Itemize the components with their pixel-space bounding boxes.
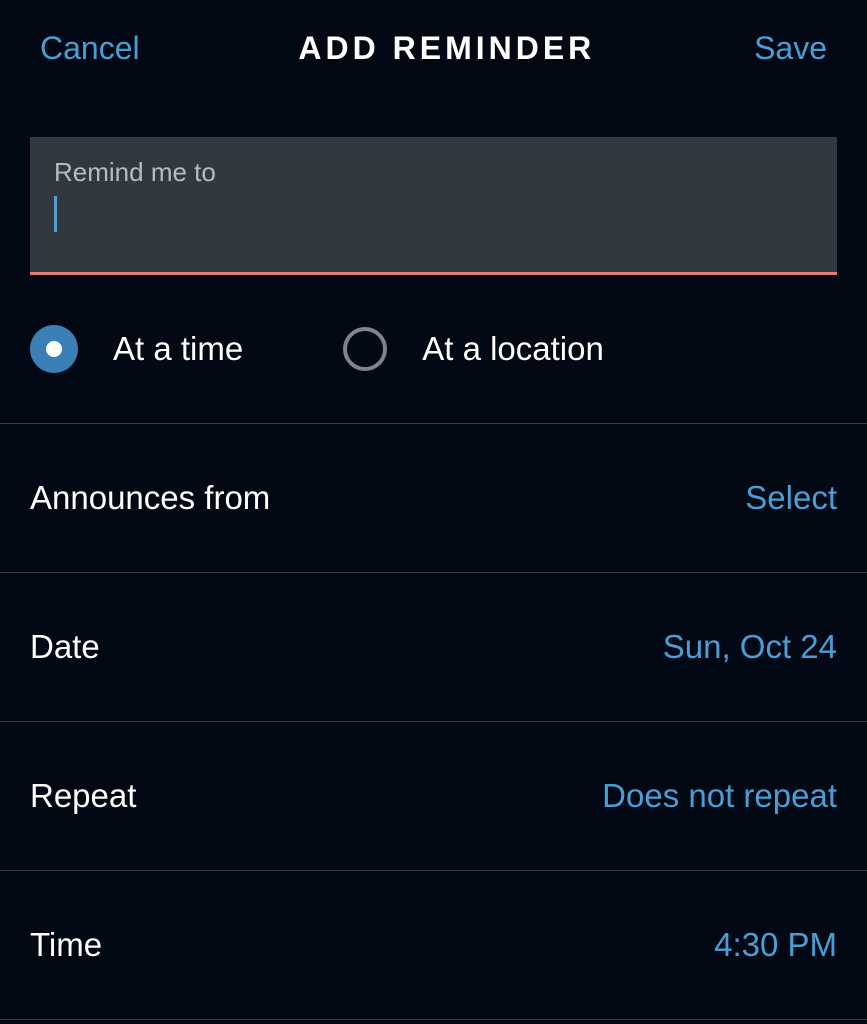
announces-from-value: Select <box>745 479 837 517</box>
at-location-label: At a location <box>422 330 604 368</box>
save-button[interactable]: Save <box>754 30 827 67</box>
input-label: Remind me to <box>54 157 813 188</box>
repeat-row[interactable]: Repeat Does not repeat <box>0 722 867 871</box>
reminder-text-input[interactable]: Remind me to <box>30 137 837 275</box>
time-label: Time <box>30 926 102 964</box>
page-title: ADD REMINDER <box>298 30 595 67</box>
cancel-button[interactable]: Cancel <box>40 30 140 67</box>
date-value: Sun, Oct 24 <box>663 628 837 666</box>
at-location-option[interactable]: At a location <box>343 327 604 371</box>
repeat-label: Repeat <box>30 777 136 815</box>
reminder-type-selector: At a time At a location <box>0 275 867 424</box>
at-time-option[interactable]: At a time <box>30 325 243 373</box>
radio-unselected-icon <box>343 327 387 371</box>
header: Cancel ADD REMINDER Save <box>0 0 867 97</box>
announces-from-row[interactable]: Announces from Select <box>0 424 867 573</box>
text-cursor-icon <box>54 196 57 232</box>
radio-selected-icon <box>30 325 78 373</box>
time-row[interactable]: Time 4:30 PM <box>0 871 867 1020</box>
at-time-label: At a time <box>113 330 243 368</box>
date-label: Date <box>30 628 100 666</box>
time-value: 4:30 PM <box>714 926 837 964</box>
repeat-value: Does not repeat <box>602 777 837 815</box>
date-row[interactable]: Date Sun, Oct 24 <box>0 573 867 722</box>
announces-from-label: Announces from <box>30 479 270 517</box>
